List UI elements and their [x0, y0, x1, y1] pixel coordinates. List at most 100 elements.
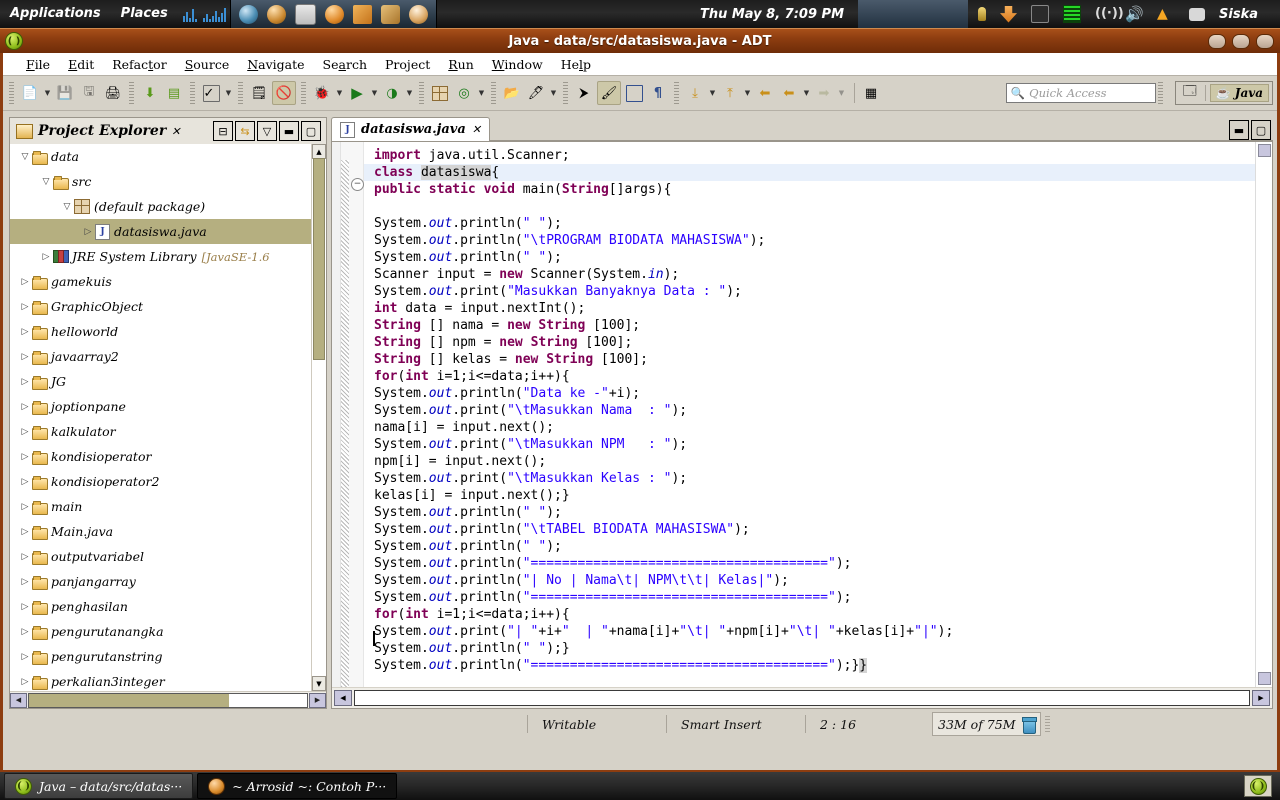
code-line[interactable]: System.out.print("| "+i+" | "+nama[i]+"\… — [374, 623, 1255, 640]
menu-navigate[interactable]: Navigate — [238, 57, 313, 72]
xchat-icon[interactable] — [352, 4, 372, 24]
maximize-button[interactable] — [1232, 33, 1250, 49]
chevron-down-icon[interactable]: ▼ — [802, 82, 811, 104]
wifi-icon[interactable]: ▲ — [1157, 7, 1175, 21]
code-line[interactable]: System.out.println("====================… — [374, 555, 1255, 572]
toolbar-grip[interactable] — [9, 82, 14, 104]
chevron-down-icon[interactable]: ▼ — [837, 82, 846, 104]
tree-item-penghasilan[interactable]: penghasilan — [10, 594, 326, 619]
update-manager-icon[interactable] — [1000, 5, 1018, 23]
code-line[interactable]: System.out.println(" ");} — [374, 640, 1255, 657]
code-line[interactable]: System.out.println("Data ke -"+i); — [374, 385, 1255, 402]
link-with-editor-icon[interactable]: ⇆ — [235, 121, 255, 141]
android-avd-manager-icon[interactable]: ▤ — [163, 82, 185, 104]
chevron-down-icon[interactable]: ▼ — [224, 82, 233, 104]
collapse-all-icon[interactable]: ⊟ — [213, 121, 233, 141]
tree-expand-arrow-closed-icon[interactable] — [39, 252, 53, 262]
show-whitespace-icon[interactable] — [623, 82, 645, 104]
tree-item-pengurutanangka[interactable]: pengurutanangka — [10, 619, 326, 644]
new-annotation-icon[interactable]: ◎ — [453, 82, 475, 104]
print-icon[interactable]: 🖨 — [102, 82, 124, 104]
taskbar-item-eclipse[interactable]: ( ) Java – data/src/datas··· — [4, 773, 194, 799]
code-line[interactable]: npm[i] = input.next(); — [374, 453, 1255, 470]
chevron-down-icon[interactable]: ▼ — [477, 82, 486, 104]
code-line[interactable]: class datasiswa{ — [364, 164, 1255, 181]
forward-history-icon[interactable]: ➡ — [813, 82, 835, 104]
code-line[interactable]: import java.util.Scanner; — [374, 147, 1255, 164]
tree-expand-arrow-closed-icon[interactable] — [18, 377, 32, 387]
pin-editor-icon[interactable]: ▦ — [860, 82, 882, 104]
tree-item-graphicobject[interactable]: GraphicObject — [10, 294, 326, 319]
clock-applet[interactable]: Thu May 8, 7:09 PM — [686, 7, 858, 22]
check-build-icon[interactable]: ✓ — [200, 82, 222, 104]
tree-item-kalkulator[interactable]: kalkulator — [10, 419, 326, 444]
help-icon[interactable] — [324, 4, 344, 24]
signal-icon[interactable]: ((·)) — [1095, 7, 1124, 21]
tree-expand-arrow-closed-icon[interactable] — [18, 452, 32, 462]
toolbar-grip[interactable] — [563, 82, 568, 104]
tree-expand-arrow-closed-icon[interactable] — [18, 352, 32, 362]
tree-item-datasiswa-java[interactable]: Jdatasiswa.java — [10, 219, 326, 244]
menu-refactor[interactable]: Refactor — [103, 57, 175, 72]
tree-expand-arrow-closed-icon[interactable] — [18, 577, 32, 587]
toolbar-grip[interactable] — [419, 82, 424, 104]
maximize-icon[interactable]: ▢ — [301, 121, 321, 141]
toolbar-grip[interactable] — [190, 82, 195, 104]
code-line[interactable]: for(int i=1;i<=data;i++){ — [374, 368, 1255, 385]
menu-window[interactable]: Window — [483, 57, 552, 72]
run-icon[interactable]: ▶ — [346, 82, 368, 104]
tree-vertical-scrollbar[interactable]: ▲ ▼ — [311, 144, 326, 691]
tree-item-jre-system-library[interactable]: JRE System Library [JavaSE-1.6 — [10, 244, 326, 269]
menu-run[interactable]: Run — [439, 57, 483, 72]
android-sdk-manager-icon[interactable]: ⬇ — [139, 82, 161, 104]
code-line[interactable]: System.out.println("| No | Nama\t| NPM\t… — [374, 572, 1255, 589]
bulb-icon[interactable] — [978, 7, 987, 21]
code-line[interactable]: System.out.print("\tMasukkan Nama : "); — [374, 402, 1255, 419]
minimize-icon[interactable]: ▬ — [1229, 120, 1249, 140]
scroll-down-icon[interactable]: ▼ — [312, 676, 326, 691]
tree-expand-arrow-closed-icon[interactable] — [18, 527, 32, 537]
save-all-icon[interactable]: 🖫 — [78, 82, 100, 104]
tree-item-kondisioperator2[interactable]: kondisioperator2 — [10, 469, 326, 494]
close-icon[interactable]: ✕ — [472, 123, 481, 136]
scrollbar-thumb[interactable] — [313, 158, 325, 360]
perspective-java[interactable]: ☕ Java — [1209, 84, 1269, 102]
ubuntu-one-icon[interactable] — [408, 4, 428, 24]
network-monitor-icon[interactable] — [1063, 5, 1082, 23]
code-line[interactable]: String [] nama = new String [100]; — [374, 317, 1255, 334]
minimize-icon[interactable]: ▬ — [279, 121, 299, 141]
code-line[interactable]: String [] npm = new String [100]; — [374, 334, 1255, 351]
tree-expand-arrow-closed-icon[interactable] — [18, 652, 32, 662]
code-line[interactable]: System.out.println(" "); — [374, 215, 1255, 232]
system-monitor-applet[interactable] — [181, 4, 227, 24]
tree-expand-arrow-closed-icon[interactable] — [18, 552, 32, 562]
tree-item-main[interactable]: main — [10, 494, 326, 519]
tree-expand-arrow-closed-icon[interactable] — [18, 502, 32, 512]
save-icon[interactable]: 💾 — [54, 82, 76, 104]
trash-icon[interactable] — [1021, 716, 1037, 734]
skip-breakpoints-icon[interactable]: 🚫 — [272, 81, 296, 105]
code-line[interactable]: Scanner input = new Scanner(System.in); — [374, 266, 1255, 283]
overview-ruler[interactable] — [1255, 142, 1272, 687]
run-external-tools-icon[interactable]: ◑ — [381, 82, 403, 104]
tree-item-jg[interactable]: JG — [10, 369, 326, 394]
chat-icon[interactable] — [1189, 7, 1206, 21]
view-menu-icon[interactable]: ▽ — [257, 121, 277, 141]
editor-horizontal-scrollbar[interactable]: ◀ ▶ — [332, 687, 1272, 708]
ruler-top-marker[interactable] — [1258, 144, 1271, 157]
code-line[interactable]: System.out.println("\tTABEL BIODATA MAHA… — [374, 521, 1255, 538]
user-menu[interactable]: Siska — [1219, 7, 1270, 22]
code-line[interactable] — [374, 198, 1255, 215]
code-line[interactable]: System.out.print("\tMasukkan NPM : "); — [374, 436, 1255, 453]
tree-expand-arrow-closed-icon[interactable] — [18, 677, 32, 687]
minimize-button[interactable] — [1208, 33, 1226, 49]
new-wizard-icon[interactable]: 📄 — [19, 82, 41, 104]
menu-edit[interactable]: Edit — [59, 57, 103, 72]
project-explorer-title[interactable]: Project Explorer ✕ — [12, 123, 184, 139]
tree-expand-arrow-closed-icon[interactable] — [18, 427, 32, 437]
new-java-class-icon[interactable]: 🗒 — [248, 82, 270, 104]
scroll-left-icon[interactable]: ◀ — [10, 692, 27, 708]
tree-expand-arrow-closed-icon[interactable] — [18, 327, 32, 337]
collapse-method-icon[interactable]: − — [351, 178, 364, 191]
code-line[interactable]: System.out.print("Masukkan Banyaknya Dat… — [374, 283, 1255, 300]
